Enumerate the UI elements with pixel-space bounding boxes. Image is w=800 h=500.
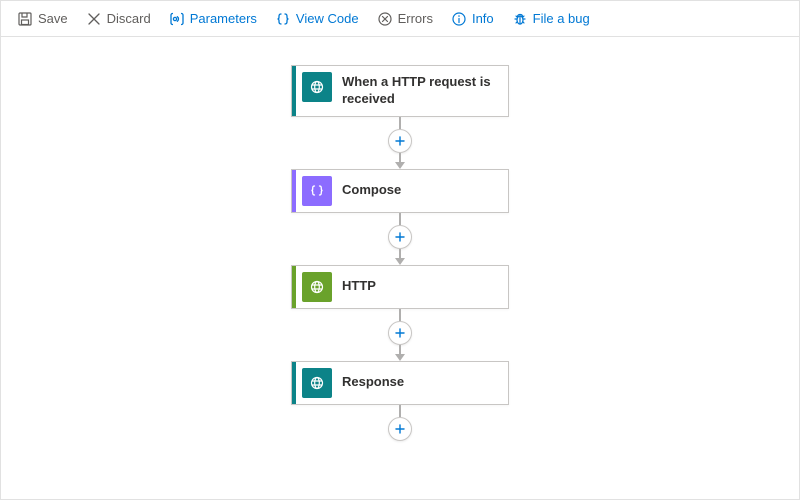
connector-line: [399, 117, 401, 129]
step-label: HTTP: [332, 266, 386, 308]
step-label: Compose: [332, 170, 411, 212]
connector-arrow-icon: [395, 354, 405, 361]
errors-label: Errors: [398, 11, 433, 26]
workflow-step-compose[interactable]: Compose: [291, 169, 509, 213]
save-label: Save: [38, 11, 68, 26]
discard-button[interactable]: Discard: [78, 7, 159, 31]
add-step-button[interactable]: [388, 321, 412, 345]
connector-arrow-icon: [395, 258, 405, 265]
connector: [388, 117, 412, 169]
add-step-button[interactable]: [388, 129, 412, 153]
discard-label: Discard: [107, 11, 151, 26]
workflow-step-trigger[interactable]: When a HTTP request is received: [291, 65, 509, 117]
compose-icon: [302, 176, 332, 206]
connector: [388, 213, 412, 265]
save-icon: [17, 11, 33, 27]
toolbar: Save Discard Parameters View Code: [1, 1, 799, 37]
parameters-label: Parameters: [190, 11, 257, 26]
add-step-button[interactable]: [388, 225, 412, 249]
save-button[interactable]: Save: [9, 7, 76, 31]
parameters-button[interactable]: Parameters: [161, 7, 265, 31]
view-code-icon: [275, 11, 291, 27]
connector-line: [399, 309, 401, 321]
workflow-step-http[interactable]: HTTP: [291, 265, 509, 309]
connector: [388, 309, 412, 361]
view-code-button[interactable]: View Code: [267, 7, 367, 31]
parameters-icon: [169, 11, 185, 27]
errors-button[interactable]: Errors: [369, 7, 441, 31]
info-label: Info: [472, 11, 494, 26]
info-icon: [451, 11, 467, 27]
connector: [388, 405, 412, 441]
step-accent-bar: [292, 170, 296, 212]
http-icon: [302, 272, 332, 302]
info-button[interactable]: Info: [443, 7, 502, 31]
bug-icon: [512, 11, 528, 27]
connector-line: [399, 213, 401, 225]
add-step-button[interactable]: [388, 417, 412, 441]
step-accent-bar: [292, 362, 296, 404]
file-bug-button[interactable]: File a bug: [504, 7, 598, 31]
step-accent-bar: [292, 266, 296, 308]
view-code-label: View Code: [296, 11, 359, 26]
workflow-canvas: When a HTTP request is received Compose: [1, 37, 799, 499]
step-label: When a HTTP request is received: [332, 66, 508, 116]
step-accent-bar: [292, 66, 296, 116]
connector-arrow-icon: [395, 162, 405, 169]
file-bug-label: File a bug: [533, 11, 590, 26]
connector-line: [399, 405, 401, 417]
http-webhook-icon: [302, 368, 332, 398]
discard-icon: [86, 11, 102, 27]
http-webhook-icon: [302, 72, 332, 102]
errors-icon: [377, 11, 393, 27]
workflow-step-response[interactable]: Response: [291, 361, 509, 405]
step-label: Response: [332, 362, 414, 404]
